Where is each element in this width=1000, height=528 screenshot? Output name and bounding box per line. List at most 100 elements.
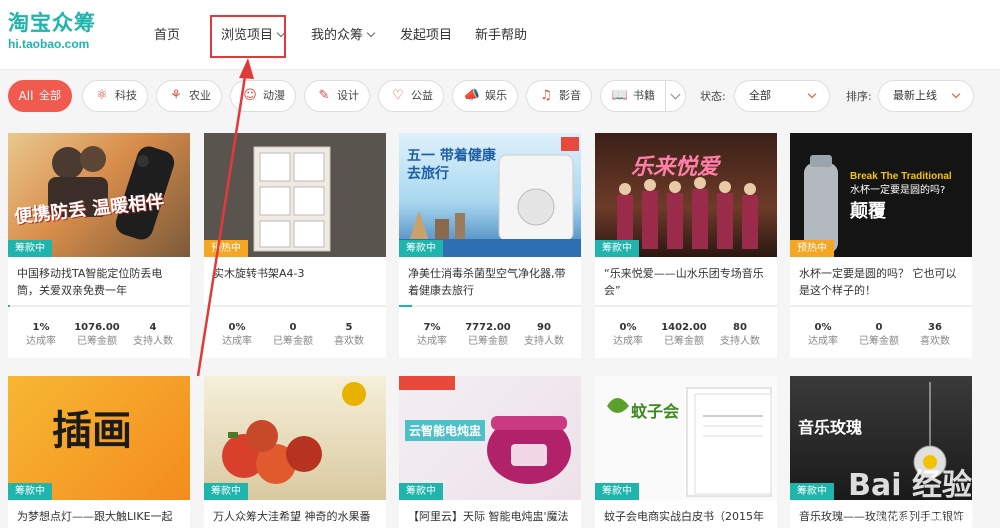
status-select[interactable]: 全部 (734, 80, 830, 112)
project-card[interactable]: 筹款中 万人众筹大洼希望 神奇的水果番茄 东北沙地草莓柿子 (204, 376, 386, 528)
project-card[interactable]: 蚊子会 筹款中 蚊子会电商实战白皮书（2015年度） (595, 376, 777, 528)
progress-track (790, 305, 972, 307)
atom-icon: ⚛ (96, 88, 108, 103)
stat-key: 达成率 (222, 336, 252, 347)
stat-count: 36 喜欢数 (908, 321, 962, 349)
project-thumbnail[interactable]: 便携防丢 温暖相伴 筹款中 (8, 133, 190, 257)
project-title[interactable]: 万人众筹大洼希望 神奇的水果番茄 东北沙地草莓柿子 (213, 508, 379, 526)
stat-value: 1402.00 (661, 322, 707, 333)
heart-icon: ♡ (392, 88, 404, 103)
annotation-highlight-box (210, 15, 286, 58)
project-thumbnail[interactable]: 水杯一定要是圆的吗? 颠覆 Break The Traditional 预热中 (790, 133, 972, 257)
stat-value: 0% (619, 322, 637, 333)
thumbnail-art: 水杯一定要是圆的吗? 颠覆 (804, 155, 945, 253)
status-badge: 筹款中 (399, 483, 443, 500)
more-categories-dropdown[interactable] (665, 81, 685, 111)
category-entertainment[interactable]: 📣 娱乐 (452, 80, 518, 112)
project-title[interactable]: 中国移动找TA智能定位防丢电筒，关爱双亲免费一年 (17, 265, 183, 299)
status-badge: 预热中 (204, 240, 248, 257)
nav-home[interactable]: 首页 (154, 26, 180, 46)
chevron-down-icon (366, 28, 376, 38)
category-tech[interactable]: ⚛ 科技 (82, 80, 148, 112)
project-card[interactable]: 云智能电炖盅 筹款中 【阿里云】天际 智能电炖盅'魔法炖锅' (399, 376, 581, 528)
project-card[interactable]: 插画 筹款中 为梦想点灯——跟大触LIKE一起画《水浒》 (8, 376, 190, 528)
nav-help[interactable]: 新手帮助 (475, 26, 527, 46)
status-value: 全部 (749, 89, 771, 102)
project-title[interactable]: 净美仕消毒杀菌型空气净化器,带着健康去旅行 (408, 265, 574, 299)
stat-value: 90 (537, 322, 551, 333)
nav-my-crowdfunding[interactable]: 我的众筹 (311, 26, 376, 46)
project-thumbnail[interactable]: 乐来悦爱 筹款中 (595, 133, 777, 257)
category-all[interactable]: All 全部 (8, 80, 72, 112)
thumbnail-caption: 蚊子会 (631, 402, 680, 421)
category-label: 书籍 (633, 89, 655, 102)
stat-key: 支持人数 (720, 336, 760, 347)
svg-text:水杯一定要是圆的吗?: 水杯一定要是圆的吗? (850, 183, 945, 196)
project-thumbnail[interactable]: 蚊子会 筹款中 (595, 376, 777, 500)
stat-rate: 0% 达成率 (796, 321, 850, 349)
stat-rate: 0% 达成率 (210, 321, 264, 349)
project-title[interactable]: “乐来悦爱——山水乐团专场音乐会” (604, 265, 770, 299)
status-badge: 筹款中 (790, 483, 834, 500)
project-card[interactable]: 音乐玫瑰 筹款中 音乐玫瑰——玫瑰花系列手工银饰 (790, 376, 972, 528)
music-icon: ♫ (540, 88, 552, 103)
project-thumbnail[interactable]: 五一 带着健康去旅行 筹款中 (399, 133, 581, 257)
progress-track (204, 305, 386, 307)
top-header: 淘宝众筹 hi.taobao.com 首页 浏览项目 我的众筹 发起项目 新手帮… (0, 0, 1000, 70)
logo-url: hi.taobao.com (8, 37, 90, 51)
stat-raised: 7772.00 已筹金额 (461, 321, 515, 349)
stat-raised: 1076.00 已筹金额 (70, 321, 124, 349)
category-books[interactable]: 📖 书籍 (600, 80, 686, 112)
project-title[interactable]: 水杯一定要是圆的吗？ 它也可以是这个样子的！ (799, 265, 965, 299)
sort-value: 最新上线 (893, 89, 937, 102)
category-label: 农业 (189, 89, 211, 102)
sort-select[interactable]: 最新上线 (878, 80, 974, 112)
stat-key: 已筹金额 (468, 336, 508, 347)
project-title[interactable]: 蚊子会电商实战白皮书（2015年度） (604, 508, 770, 526)
project-thumbnail[interactable]: 插画 筹款中 (8, 376, 190, 500)
stat-value: 5 (345, 322, 353, 333)
stat-value: 1% (32, 322, 50, 333)
category-label: 设计 (337, 89, 359, 102)
category-design[interactable]: ✎ 设计 (304, 80, 370, 112)
logo-text: 淘宝众筹 (8, 11, 96, 35)
category-charity[interactable]: ♡ 公益 (378, 80, 444, 112)
category-av[interactable]: ♫ 影音 (526, 80, 592, 112)
project-thumbnail[interactable]: 筹款中 (204, 376, 386, 500)
category-label: 娱乐 (485, 89, 507, 102)
nav-launch-project[interactable]: 发起项目 (400, 26, 452, 46)
project-title[interactable]: 为梦想点灯——跟大触LIKE一起画《水浒》 (17, 508, 183, 526)
book-icon: 📖 (611, 88, 629, 103)
stat-value: 36 (928, 322, 942, 333)
project-card[interactable]: 预热中 实木旋转书架A4-3 0% 达成率 0 已筹金额 5 喜欢数 (204, 133, 386, 358)
project-thumbnail[interactable]: 预热中 (204, 133, 386, 257)
category-agriculture[interactable]: ⚘ 农业 (156, 80, 222, 112)
progress-fill (8, 305, 10, 307)
project-title[interactable]: 【阿里云】天际 智能电炖盅'魔法炖锅' (408, 508, 574, 526)
category-anime[interactable]: ☺ 动漫 (230, 80, 296, 112)
status-badge: 筹款中 (399, 240, 443, 257)
project-card[interactable]: 便携防丢 温暖相伴 筹款中 中国移动找TA智能定位防丢电筒，关爱双亲免费一年 1… (8, 133, 190, 358)
project-thumbnail[interactable]: 云智能电炖盅 筹款中 (399, 376, 581, 500)
category-label: 公益 (411, 89, 433, 102)
category-label: 科技 (115, 89, 137, 102)
thumbnail-caption: Break The Traditional (850, 171, 952, 182)
stat-value: 0% (228, 322, 246, 333)
status-badge: 预热中 (790, 240, 834, 257)
stat-value: 80 (733, 322, 747, 333)
stat-value: 0 (875, 322, 883, 333)
taobao-crowdfunding-logo[interactable]: 淘宝众筹 hi.taobao.com (8, 10, 118, 58)
project-card[interactable]: 乐来悦爱 筹款中 “乐来悦爱——山水乐团专场音乐会” 0% 达成率 1402.00… (595, 133, 777, 358)
stat-key: 已筹金额 (859, 336, 899, 347)
category-label: 影音 (559, 89, 581, 102)
stat-value: 4 (149, 322, 157, 333)
thumbnail-caption: 云智能电炖盅 (405, 420, 486, 441)
project-card[interactable]: 水杯一定要是圆的吗? 颠覆 Break The Traditional 预热中 … (790, 133, 972, 358)
stat-value: 1076.00 (74, 322, 120, 333)
stat-rate: 7% 达成率 (405, 321, 459, 349)
project-title[interactable]: 实木旋转书架A4-3 (213, 265, 379, 282)
project-card[interactable]: 五一 带着健康去旅行 筹款中 净美仕消毒杀菌型空气净化器,带着健康去旅行 7% 达… (399, 133, 581, 358)
stat-key: 达成率 (613, 336, 643, 347)
chevron-down-icon (807, 89, 817, 99)
stat-key: 达成率 (808, 336, 838, 347)
